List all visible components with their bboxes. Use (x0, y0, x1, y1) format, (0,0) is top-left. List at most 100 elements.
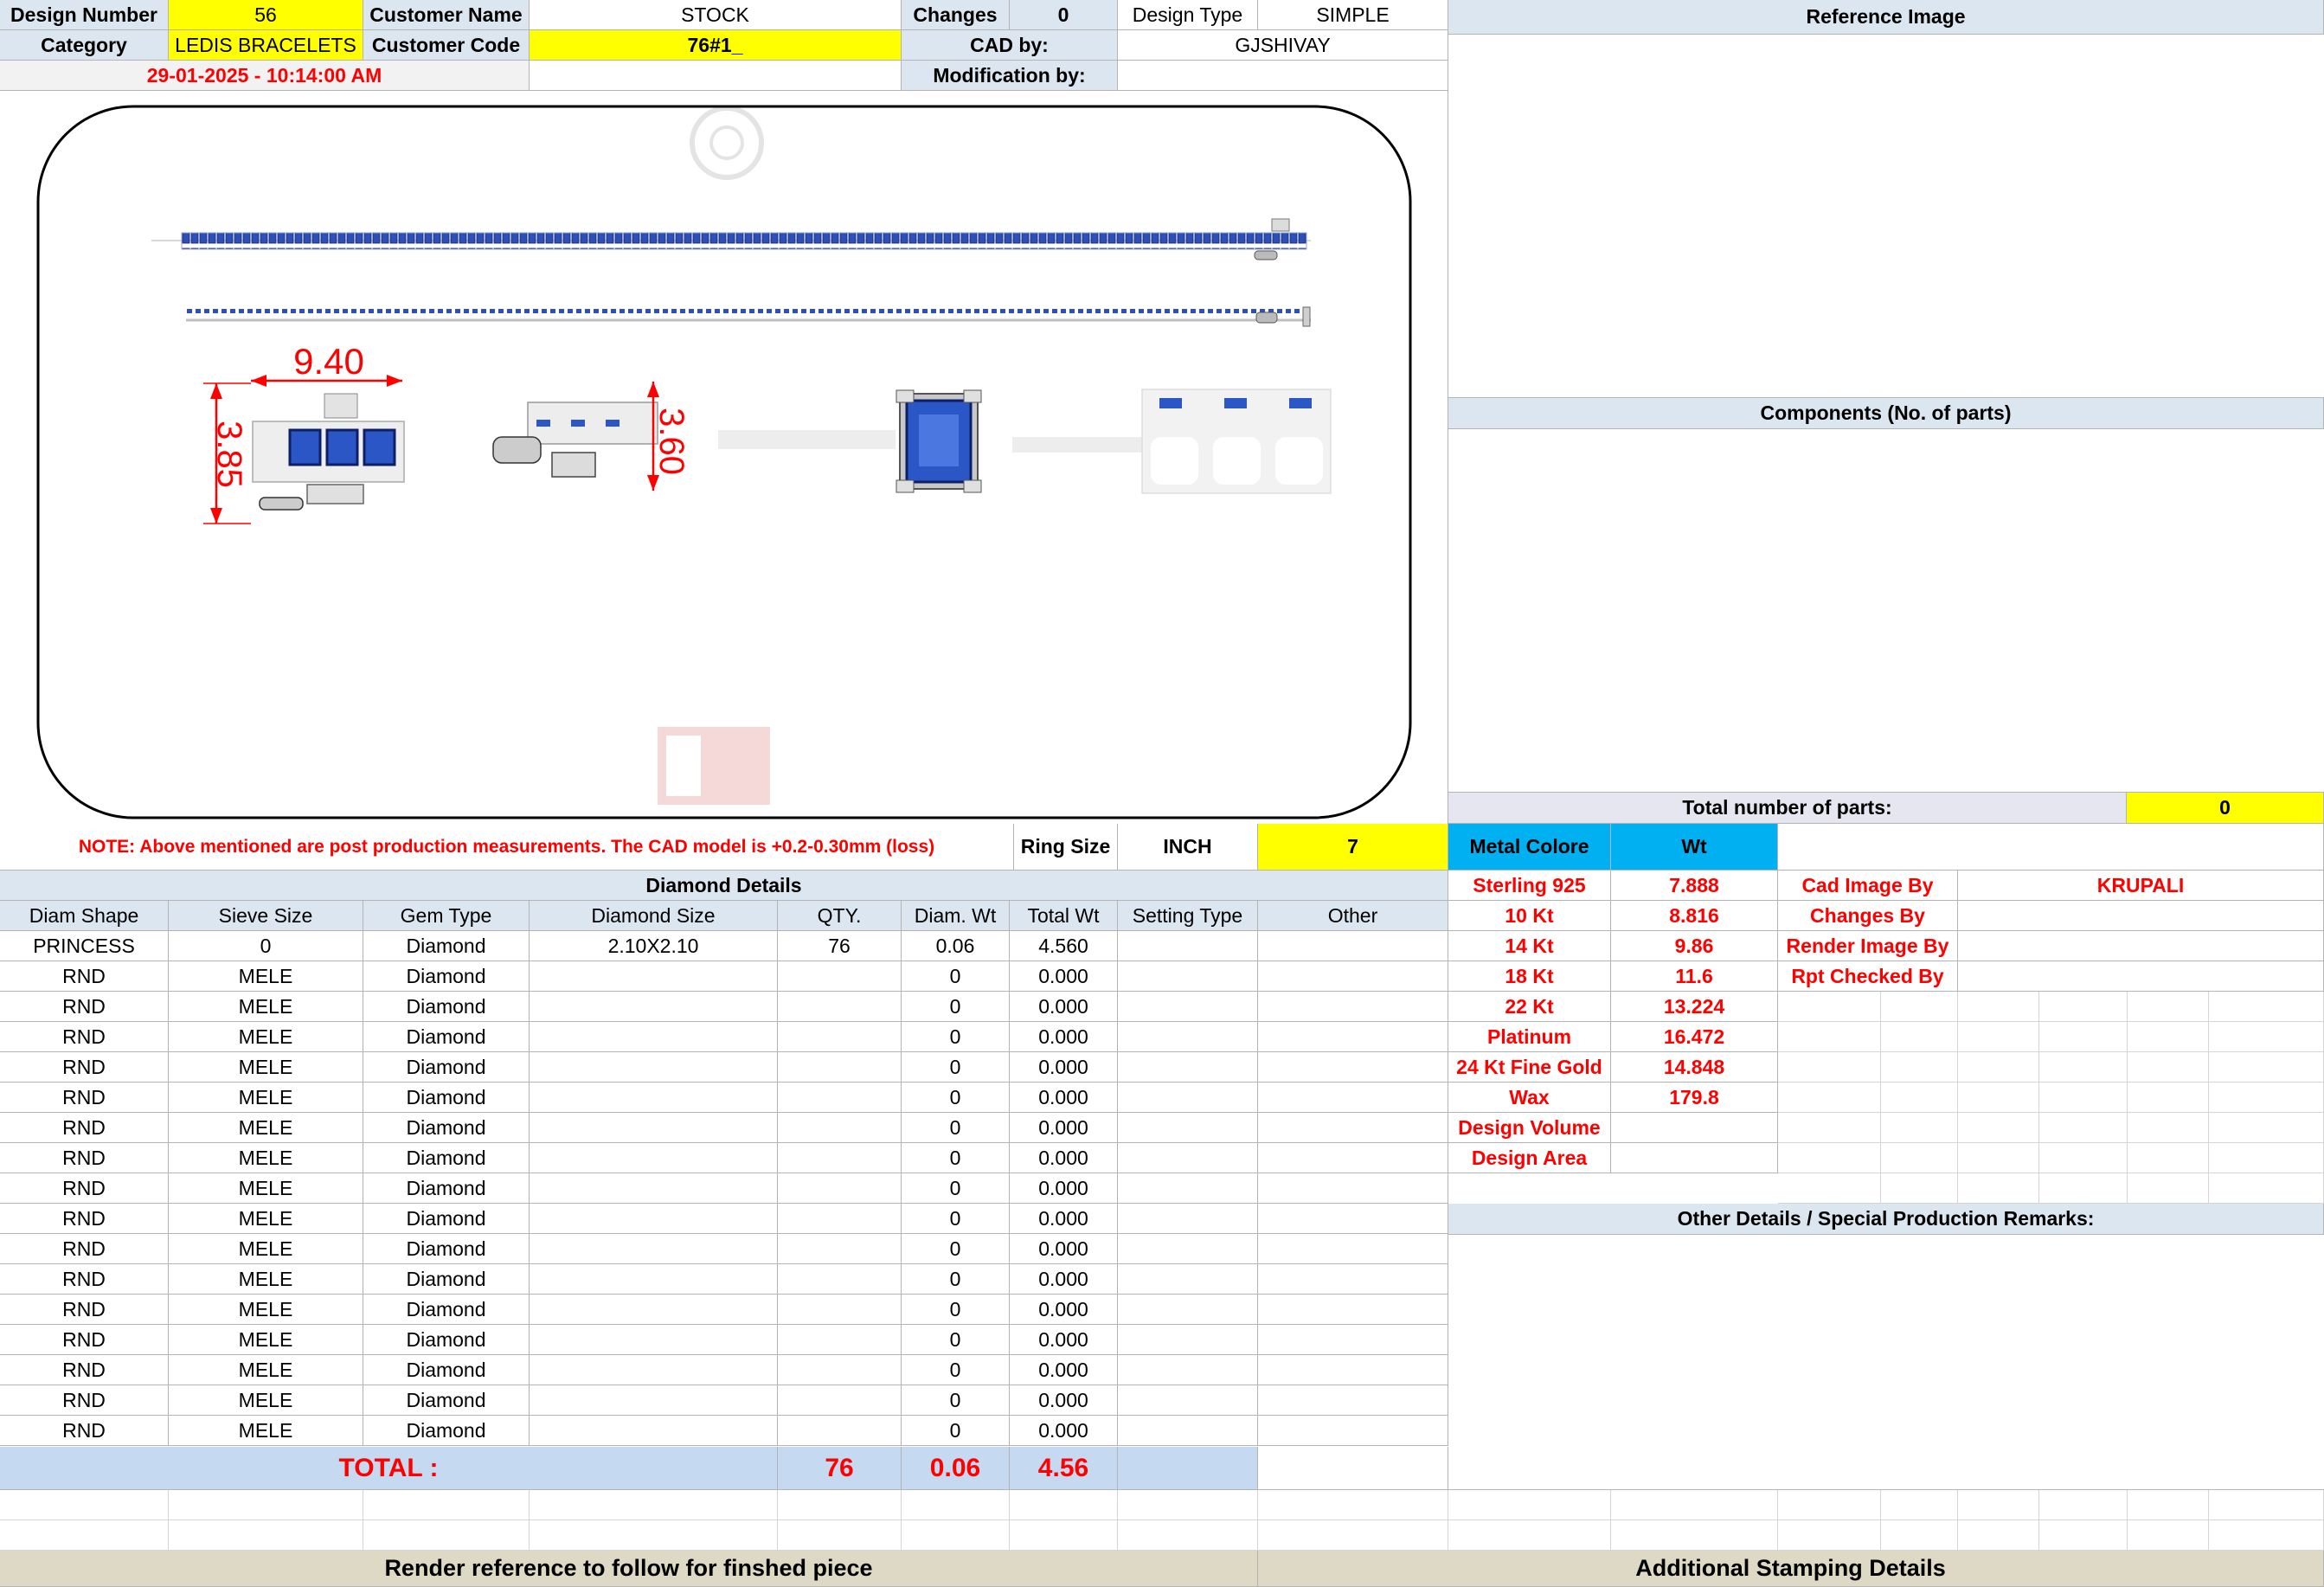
diamond-cell[interactable] (778, 961, 902, 992)
diamond-cell[interactable]: RND (0, 1416, 169, 1446)
diamond-cell[interactable] (1258, 1295, 1448, 1325)
metal-weight[interactable]: 9.86 (1611, 931, 1778, 961)
diamond-cell[interactable]: RND (0, 1355, 169, 1385)
changes-by-value[interactable] (1958, 901, 2324, 931)
diamond-cell[interactable]: 0.000 (1010, 1083, 1118, 1113)
diamond-cell[interactable] (530, 1204, 778, 1234)
diamond-cell[interactable]: RND (0, 1083, 169, 1113)
diamond-cell[interactable]: Diamond (363, 1143, 530, 1173)
metal-weight[interactable] (1611, 1143, 1778, 1173)
diamond-cell[interactable]: 0.000 (1010, 1113, 1118, 1143)
metal-weight[interactable] (1611, 1113, 1778, 1143)
total-parts-value[interactable]: 0 (2127, 793, 2324, 824)
diamond-cell[interactable] (778, 1204, 902, 1234)
diamond-cell[interactable]: 0 (902, 1234, 1010, 1264)
diamond-cell[interactable] (1258, 1143, 1448, 1173)
metal-weight[interactable]: 16.472 (1611, 1022, 1778, 1052)
diamond-cell[interactable] (1258, 1052, 1448, 1083)
diamond-cell[interactable]: Diamond (363, 931, 530, 961)
diamond-cell[interactable] (1118, 1385, 1258, 1416)
diamond-cell[interactable] (778, 1113, 902, 1143)
diamond-cell[interactable]: Diamond (363, 1173, 530, 1204)
ring-size-value[interactable]: 7 (1258, 824, 1448, 871)
diamond-cell[interactable]: 0.000 (1010, 1052, 1118, 1083)
diamond-cell[interactable]: MELE (169, 1022, 363, 1052)
diamond-cell[interactable] (530, 1325, 778, 1355)
diamond-cell[interactable] (1118, 1355, 1258, 1385)
diamond-cell[interactable]: RND (0, 1295, 169, 1325)
diamond-cell[interactable] (1258, 1022, 1448, 1052)
diamond-cell[interactable]: Diamond (363, 1325, 530, 1355)
diamond-cell[interactable]: 0 (902, 1113, 1010, 1143)
diamond-cell[interactable]: Diamond (363, 1385, 530, 1416)
diamond-cell[interactable]: Diamond (363, 1113, 530, 1143)
diamond-cell[interactable]: RND (0, 1143, 169, 1173)
diamond-cell[interactable] (1118, 1325, 1258, 1355)
cad-by-value[interactable]: GJSHIVAY (1118, 30, 1448, 61)
diamond-cell[interactable] (778, 1264, 902, 1295)
metal-weight[interactable]: 7.888 (1611, 871, 1778, 901)
diamond-cell[interactable] (778, 1022, 902, 1052)
diamond-cell[interactable] (1118, 992, 1258, 1022)
diamond-cell[interactable]: Diamond (363, 1234, 530, 1264)
customer-code-value[interactable]: 76#1_ (530, 30, 902, 61)
diamond-cell[interactable] (1258, 992, 1448, 1022)
diamond-cell[interactable]: 0 (902, 1264, 1010, 1295)
changes-value[interactable]: 0 (1010, 0, 1118, 30)
diamond-cell[interactable]: 0 (902, 1204, 1010, 1234)
diamond-cell[interactable]: 0.000 (1010, 1022, 1118, 1052)
diamond-cell[interactable]: RND (0, 1325, 169, 1355)
diamond-cell[interactable]: Diamond (363, 961, 530, 992)
modification-by-value[interactable] (1118, 61, 1448, 91)
diamond-cell[interactable]: 0.000 (1010, 1234, 1118, 1264)
diamond-cell[interactable]: 0 (902, 1325, 1010, 1355)
diamond-cell[interactable]: Diamond (363, 1355, 530, 1385)
diamond-cell[interactable] (778, 1083, 902, 1113)
diamond-cell[interactable] (1118, 1173, 1258, 1204)
diamond-cell[interactable]: RND (0, 961, 169, 992)
diamond-cell[interactable]: 0.000 (1010, 992, 1118, 1022)
diamond-cell[interactable]: MELE (169, 1204, 363, 1234)
diamond-cell[interactable]: Diamond (363, 1204, 530, 1234)
metal-weight[interactable]: 8.816 (1611, 901, 1778, 931)
metal-weight[interactable]: 13.224 (1611, 992, 1778, 1022)
diamond-cell[interactable]: 0 (902, 1355, 1010, 1385)
diamond-cell[interactable] (778, 1416, 902, 1446)
diamond-cell[interactable]: 0 (902, 1143, 1010, 1173)
diamond-cell[interactable] (1258, 1173, 1448, 1204)
diamond-cell[interactable] (1118, 1143, 1258, 1173)
diamond-cell[interactable]: 0.000 (1010, 1295, 1118, 1325)
diamond-cell[interactable] (1118, 1022, 1258, 1052)
diamond-cell[interactable] (530, 1234, 778, 1264)
diamond-cell[interactable]: RND (0, 1234, 169, 1264)
diamond-cell[interactable]: MELE (169, 961, 363, 992)
diamond-cell[interactable]: 0.000 (1010, 1416, 1118, 1446)
diamond-cell[interactable] (1258, 1325, 1448, 1355)
diamond-cell[interactable] (1258, 1204, 1448, 1234)
diamond-cell[interactable] (1258, 1385, 1448, 1416)
diamond-cell[interactable]: MELE (169, 1385, 363, 1416)
diamond-cell[interactable]: 0 (902, 1173, 1010, 1204)
diamond-cell[interactable]: 0 (902, 961, 1010, 992)
metal-weight[interactable]: 179.8 (1611, 1083, 1778, 1113)
diamond-cell[interactable] (530, 1173, 778, 1204)
diamond-cell[interactable] (530, 961, 778, 992)
diamond-cell[interactable]: MELE (169, 1355, 363, 1385)
diamond-cell[interactable]: 0.000 (1010, 1204, 1118, 1234)
other-details-area[interactable] (1448, 1235, 2324, 1490)
diamond-cell[interactable] (530, 1385, 778, 1416)
diamond-cell[interactable] (1118, 1295, 1258, 1325)
diamond-cell[interactable]: RND (0, 1052, 169, 1083)
diamond-cell[interactable] (1118, 961, 1258, 992)
metal-weight[interactable]: 11.6 (1611, 961, 1778, 992)
diamond-cell[interactable]: MELE (169, 1173, 363, 1204)
diamond-cell[interactable]: MELE (169, 1416, 363, 1446)
category-value[interactable]: LEDIS BRACELETS (169, 30, 363, 61)
diamond-cell[interactable] (778, 1295, 902, 1325)
diamond-cell[interactable] (1118, 1083, 1258, 1113)
diamond-cell[interactable]: MELE (169, 1143, 363, 1173)
diamond-cell[interactable]: 0.000 (1010, 1355, 1118, 1385)
diamond-cell[interactable]: MELE (169, 1113, 363, 1143)
rpt-checked-by-value[interactable] (1958, 961, 2324, 992)
diamond-cell[interactable] (530, 1355, 778, 1385)
